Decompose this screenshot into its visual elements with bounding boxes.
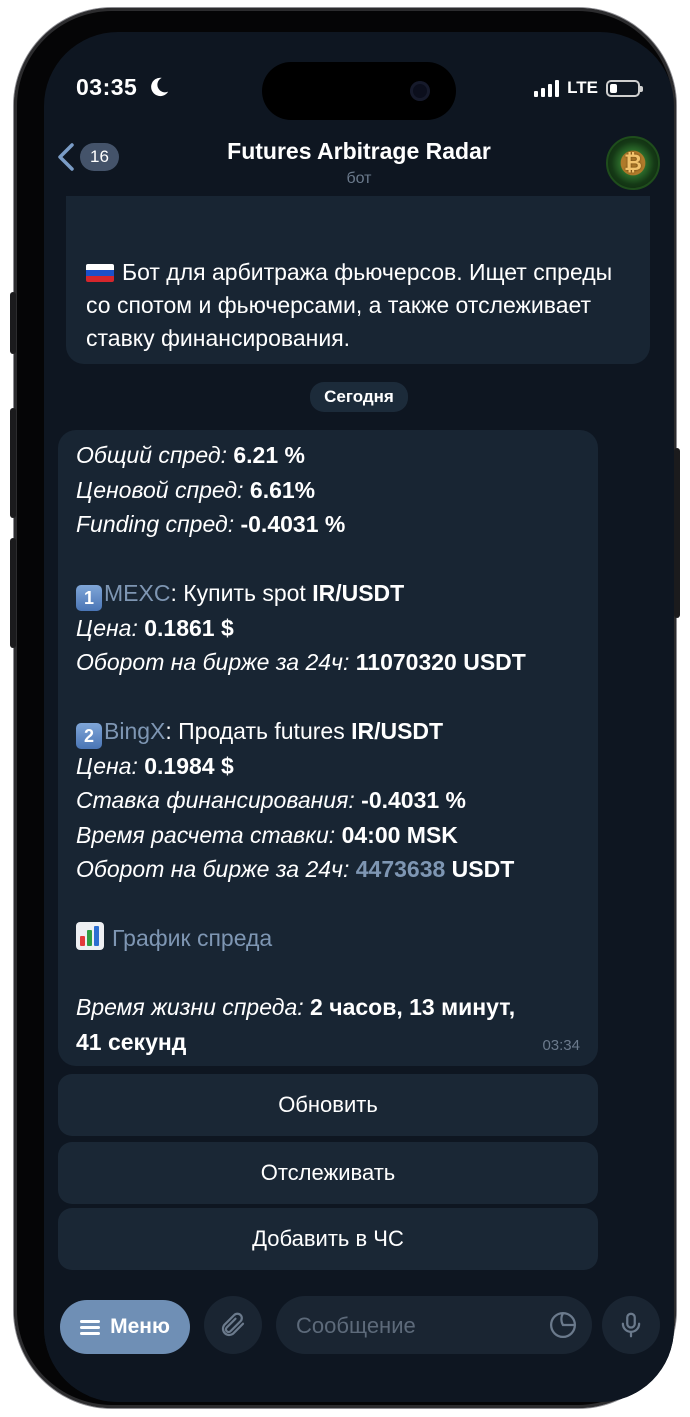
menu-label: Меню [110, 1315, 170, 1338]
spread-life-value-cont: 41 секунд [76, 1028, 187, 1055]
chat-subtitle: бот [346, 170, 372, 187]
sell-action-text: : Продать futures [165, 718, 352, 744]
mexc-link[interactable]: MEXC [104, 580, 170, 606]
mute-switch [10, 292, 16, 354]
screen: 03:35 LTE 16 Futures Arbitrage Radar бот… [44, 32, 674, 1402]
power-button [674, 448, 680, 618]
phone-frame: 03:35 LTE 16 Futures Arbitrage Radar бот… [10, 8, 680, 1408]
chat-area[interactable]: Бот для арбитража фьючерсов. Ищет спреды… [44, 196, 674, 1292]
sell-pair: IR/USDT [351, 718, 444, 744]
bingx-turnover-unit: USDT [445, 856, 515, 882]
chat-title[interactable]: Futures Arbitrage Radar [44, 138, 674, 165]
total-spread-value: 6.21 % [233, 442, 305, 468]
spread-life-label: Время жизни спреда: [76, 994, 304, 1020]
dynamic-island [262, 62, 456, 120]
arbitrage-message: Общий спред: 6.21 % Ценовой спред: 6.61%… [58, 430, 598, 1066]
blacklist-button[interactable]: Добавить в ЧС [58, 1208, 598, 1270]
message-timestamp: 03:34 [542, 1037, 580, 1054]
mexc-price-label: Цена: [76, 614, 138, 641]
funding-rate-value: -0.4031 % [361, 787, 467, 813]
message-field[interactable] [276, 1296, 592, 1356]
input-bar: Меню [44, 1292, 674, 1402]
keycap-one-icon: 1 [76, 585, 102, 611]
intro-message: Бот для арбитража фьючерсов. Ищет спреды… [66, 196, 650, 364]
volume-down-button [10, 538, 16, 648]
bar-chart-icon [76, 922, 104, 950]
microphone-button[interactable] [602, 1296, 660, 1354]
spread-life-value: 2 часов, 13 минут, [310, 994, 516, 1020]
refresh-button[interactable]: Обновить [58, 1074, 598, 1136]
date-separator: Сегодня [44, 382, 674, 412]
sticker-icon[interactable] [548, 1310, 578, 1340]
spread-chart-link[interactable]: График спреда [112, 925, 272, 951]
signal-icon [534, 79, 560, 97]
keycap-two-icon: 2 [76, 723, 102, 749]
intro-text: Бот для арбитража фьючерсов. Ищет спреды… [86, 259, 613, 351]
menu-button[interactable]: Меню [60, 1300, 190, 1354]
bingx-price-value: 0.1984 $ [144, 752, 234, 779]
funding-time-value: 04:00 MSK [341, 821, 458, 848]
funding-time-label: Время расчета ставки: [76, 821, 336, 848]
moon-icon [151, 77, 169, 97]
mexc-turnover-label: Оборот на бирже за 24ч: [76, 649, 350, 675]
buy-pair: IR/USDT [312, 580, 405, 606]
bingx-link[interactable]: BingX [104, 718, 165, 744]
funding-spread-value: -0.4031 % [240, 511, 346, 537]
bingx-turnover-label: Оборот на бирже за 24ч: [76, 856, 350, 882]
mexc-price-value: 0.1861 $ [144, 614, 234, 641]
attach-button[interactable] [204, 1296, 262, 1354]
status-time: 03:35 [76, 74, 138, 100]
price-spread-label: Ценовой спред: [76, 476, 244, 503]
bot-avatar[interactable]: ₿ [606, 136, 660, 190]
bitcoin-icon: ₿ [624, 150, 642, 175]
total-spread-label: Общий спред: [76, 442, 227, 468]
microphone-icon [621, 1312, 641, 1338]
funding-rate-label: Ставка финансирования: [76, 787, 355, 813]
paperclip-icon [221, 1312, 245, 1337]
message-input[interactable] [294, 1296, 548, 1356]
price-spread-value: 6.61% [249, 476, 316, 503]
network-label: LTE [567, 78, 598, 97]
menu-icon [80, 1320, 101, 1335]
bingx-turnover-link[interactable]: 4473638 [356, 856, 446, 882]
russia-flag-icon [86, 264, 114, 282]
chat-header: 16 Futures Arbitrage Radar бот ₿ [44, 124, 674, 194]
volume-up-button [10, 408, 16, 518]
buy-action-text: : Купить spot [170, 580, 313, 606]
battery-icon [606, 79, 643, 97]
bingx-price-label: Цена: [76, 752, 138, 779]
track-button[interactable]: Отслеживать [58, 1142, 598, 1204]
mexc-turnover-value: 11070320 USDT [355, 649, 526, 675]
funding-spread-label: Funding спред: [76, 511, 235, 537]
